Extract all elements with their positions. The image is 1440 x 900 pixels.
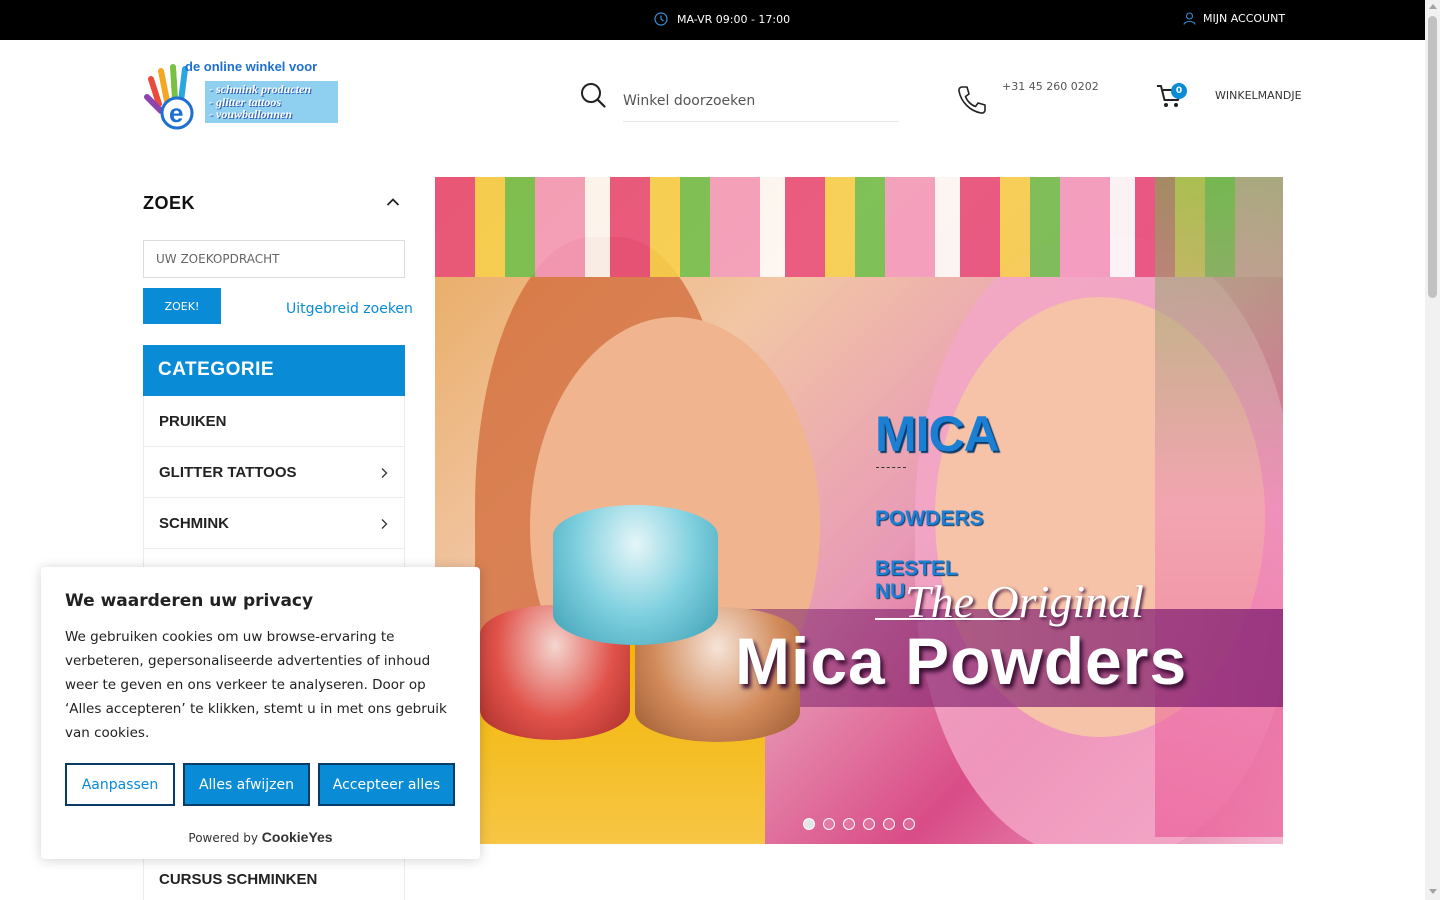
category-item-label: PRUIKEN bbox=[159, 413, 227, 430]
search-section-title: ZOEK bbox=[143, 193, 196, 213]
chevron-right-icon[interactable] bbox=[380, 467, 388, 479]
logo-line: - vouwballonnen bbox=[209, 107, 293, 121]
cookie-customize-button[interactable]: Aanpassen bbox=[65, 763, 175, 806]
sidebar-search-input[interactable] bbox=[143, 240, 405, 278]
slider-dot[interactable] bbox=[863, 818, 875, 830]
search-icon[interactable] bbox=[580, 82, 606, 108]
slider-dot[interactable] bbox=[823, 818, 835, 830]
phone-icon bbox=[958, 86, 986, 114]
top-bar: MA-VR 09:00 - 17:00 MIJN ACCOUNT bbox=[0, 0, 1425, 40]
user-icon bbox=[1183, 12, 1196, 25]
scroll-up-arrow-icon[interactable] bbox=[1429, 4, 1437, 9]
hero-subline: POWDERS bbox=[875, 507, 984, 530]
slider-dot[interactable] bbox=[883, 818, 895, 830]
chevron-right-icon[interactable] bbox=[380, 518, 388, 530]
svg-text:e: e bbox=[169, 98, 183, 128]
opening-hours-text: MA-VR 09:00 - 17:00 bbox=[677, 12, 791, 26]
cookie-consent-dialog: We waarderen uw privacy We gebruiken coo… bbox=[41, 567, 480, 859]
logo-tagline: de online winkel voor bbox=[185, 59, 318, 74]
scroll-down-arrow-icon[interactable] bbox=[1429, 889, 1437, 894]
hero-image-decoration bbox=[1155, 177, 1283, 837]
scrollbar-thumb[interactable] bbox=[1428, 16, 1437, 298]
category-item-cursus-schminken[interactable]: CURSUS SCHMINKEN bbox=[143, 863, 405, 900]
phone-number[interactable]: +31 45 260 0202 bbox=[1002, 80, 1099, 93]
category-header: CATEGORIE bbox=[143, 345, 405, 396]
chevron-up-icon[interactable] bbox=[386, 197, 400, 207]
opening-hours: MA-VR 09:00 - 17:00 bbox=[654, 12, 790, 26]
cookieyes-logo[interactable]: CookieYes bbox=[262, 829, 333, 845]
cookie-title: We waarderen uw privacy bbox=[65, 591, 314, 611]
cookie-reject-button[interactable]: Alles afwijzen bbox=[183, 763, 310, 806]
cookie-button-row: Aanpassen Alles afwijzen Accepteer alles bbox=[65, 763, 455, 806]
sidebar-search-button[interactable]: ZOEK! bbox=[143, 288, 221, 324]
slider-dots bbox=[803, 818, 915, 830]
clock-icon bbox=[654, 12, 668, 26]
cookie-powered-by: Powered by CookieYes bbox=[41, 829, 480, 845]
category-item-schmink[interactable]: SCHMINK bbox=[144, 498, 404, 549]
hero-headline-rule bbox=[876, 467, 906, 468]
slider-dot[interactable] bbox=[803, 818, 815, 830]
header-search-input[interactable] bbox=[623, 80, 898, 122]
product-pot-blue bbox=[553, 505, 718, 645]
slider-dot[interactable] bbox=[903, 818, 915, 830]
cookie-accept-button[interactable]: Accepteer alles bbox=[318, 763, 455, 806]
logo-line: - schmink producten bbox=[209, 82, 312, 96]
my-account-link[interactable]: MIJN ACCOUNT bbox=[1183, 12, 1285, 25]
cart-link[interactable]: WINKELMANDJE bbox=[1215, 89, 1302, 102]
hero-big-text: Mica Powders bbox=[735, 624, 1188, 698]
slider-dot[interactable] bbox=[843, 818, 855, 830]
cart-count-badge: 0 bbox=[1171, 83, 1187, 99]
category-item-pruiken[interactable]: PRUIKEN bbox=[144, 396, 404, 447]
site-logo[interactable]: e de online winkel voor - schmink produc… bbox=[143, 59, 338, 132]
cookie-body: We gebruiken cookies om uw browse-ervari… bbox=[65, 629, 447, 741]
logo-lines: - schmink producten - glitter tattoos - … bbox=[209, 83, 311, 121]
page-scrollbar[interactable] bbox=[1425, 0, 1440, 900]
hero-slider[interactable]: MICA POWDERS BESTEL NU The Original Mica… bbox=[435, 177, 1283, 844]
category-item-label: GLITTER TATTOOS bbox=[159, 464, 297, 481]
hero-cta-underline bbox=[875, 618, 1020, 620]
hero-headline: MICA bbox=[875, 406, 1000, 462]
my-account-label: MIJN ACCOUNT bbox=[1203, 12, 1286, 25]
hero-script-text: The Original bbox=[905, 576, 1144, 627]
category-item-glitter-tattoos[interactable]: GLITTER TATTOOS bbox=[144, 447, 404, 498]
powered-by-label: Powered by bbox=[188, 831, 258, 845]
category-item-label: SCHMINK bbox=[159, 515, 229, 532]
category-item-label: CURSUS SCHMINKEN bbox=[159, 871, 318, 888]
advanced-search-link[interactable]: Uitgebreid zoeken bbox=[286, 301, 413, 317]
